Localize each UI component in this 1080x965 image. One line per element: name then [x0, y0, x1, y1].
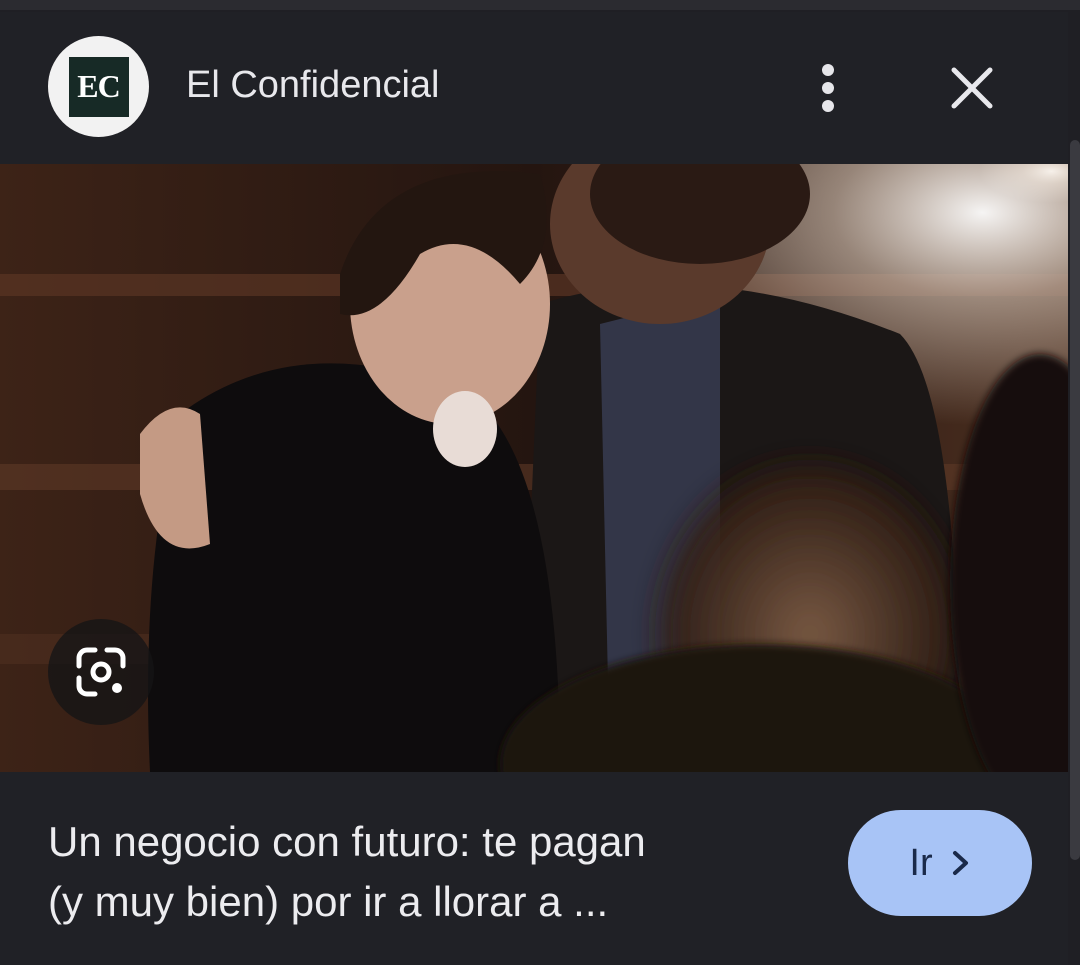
publisher-logo[interactable]: EC: [48, 36, 149, 137]
photo-illustration: [0, 164, 1068, 772]
go-button[interactable]: Ir: [848, 810, 1032, 916]
go-button-label: Ir: [909, 841, 933, 884]
close-button[interactable]: [944, 60, 1000, 116]
google-lens-icon: [76, 647, 126, 697]
chevron-right-icon: [952, 851, 968, 875]
image-search-button[interactable]: [48, 619, 154, 725]
article-image[interactable]: [0, 164, 1068, 772]
card-header: EC El Confidencial: [0, 12, 1068, 164]
headline-line-2: (y muy bien) por ir a llorar a ...: [48, 878, 609, 925]
more-vert-icon: [822, 64, 834, 112]
scrollbar[interactable]: [1070, 140, 1080, 860]
article-headline[interactable]: Un negocio con futuro: te pagan (y muy b…: [48, 812, 808, 932]
logo-mark: EC: [68, 56, 129, 117]
close-icon: [951, 67, 993, 109]
top-strip: [0, 0, 1080, 10]
headline-line-1: Un negocio con futuro: te pagan: [48, 818, 646, 865]
article-card[interactable]: EC El Confidencial Un negocio con futuro…: [0, 12, 1068, 965]
publisher-name: El Confidencial: [186, 64, 440, 106]
more-options-button[interactable]: [800, 60, 856, 116]
